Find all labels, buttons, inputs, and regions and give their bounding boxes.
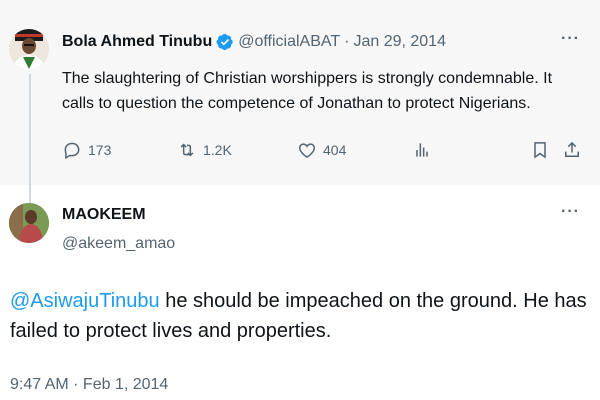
thread-connector-line	[29, 74, 31, 204]
bookmark-icon	[534, 142, 546, 159]
reply-icon	[64, 142, 80, 160]
like-button[interactable]: 404	[297, 140, 346, 160]
like-icon	[298, 143, 316, 158]
tweet-text: The slaughtering of Christian worshipper…	[62, 70, 553, 112]
reply-button[interactable]: 173	[62, 140, 111, 160]
author-handle[interactable]: @officialABAT	[238, 33, 340, 51]
views-button[interactable]	[412, 140, 432, 160]
tweet-actions-bar: 173 1.2K 404	[62, 140, 587, 164]
bookmark-button[interactable]	[530, 140, 550, 160]
retweet-count: 1.2K	[203, 142, 232, 158]
views-icon	[416, 143, 428, 157]
avatar-maokeem-image	[9, 203, 49, 243]
like-count: 404	[323, 142, 347, 158]
mention-link[interactable]: @AsiwajuTinubu	[10, 290, 160, 312]
parent-tweet-header: Bola Ahmed Tinubu @officialABAT · Jan 29…	[62, 33, 446, 51]
tweet-date[interactable]: Jan 29, 2014	[353, 33, 446, 51]
author-name[interactable]: Bola Ahmed Tinubu	[62, 33, 212, 51]
header-separator: ·	[344, 33, 350, 50]
author-name[interactable]: MAOKEEM	[62, 206, 146, 224]
share-button[interactable]	[562, 140, 582, 160]
verified-badge-icon	[216, 33, 233, 51]
tweet-timestamp[interactable]: 9:47 AM · Feb 1, 2014	[10, 376, 168, 394]
avatar-tinubu-image	[9, 29, 49, 69]
author-handle[interactable]: @akeem_amao	[62, 235, 175, 253]
reply-count: 173	[88, 142, 112, 158]
retweet-button[interactable]: 1.2K	[177, 140, 232, 160]
more-options-button[interactable]: ···	[561, 203, 580, 221]
more-options-button[interactable]: ···	[561, 30, 580, 48]
reply-text: @AsiwajuTinubu he should be impeached on…	[10, 286, 595, 346]
avatar[interactable]	[9, 29, 49, 69]
retweet-icon	[180, 143, 194, 157]
avatar[interactable]	[9, 203, 49, 243]
share-icon	[565, 141, 579, 157]
